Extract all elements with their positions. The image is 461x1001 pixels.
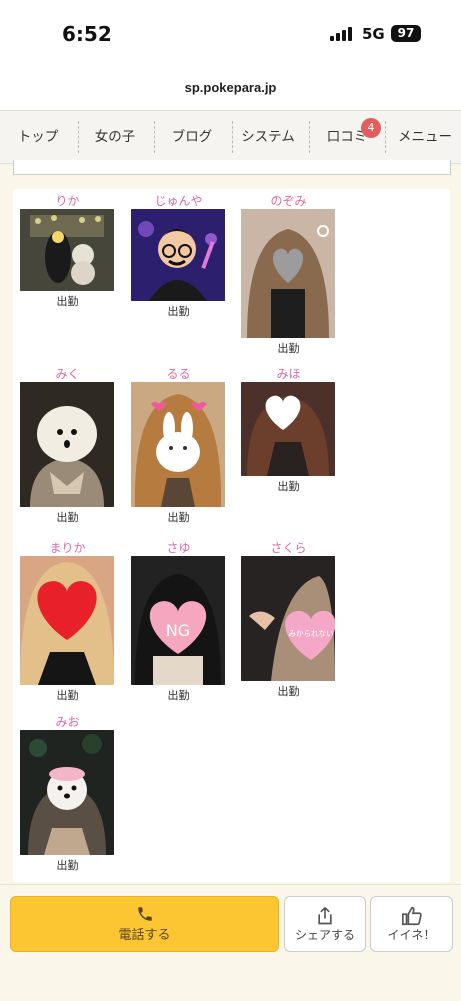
red-heart-sticker[interactable] [20,556,114,685]
girl-name[interactable]: まりか [20,540,115,556]
network-type: 5G [362,25,385,43]
rabbit-sticker[interactable] [131,382,225,507]
like-button[interactable]: イイネ！ [370,896,453,952]
girl-card[interactable]: さゆ NG 出勤 [131,540,226,703]
photo-art: NG [131,556,225,685]
avatar-photo[interactable] [20,209,114,291]
clock: 6:52 [62,22,112,46]
url-text[interactable]: sp.pokepara.jp [0,80,461,95]
girl-card[interactable]: みお 出勤 [20,714,115,873]
girl-name[interactable]: じゅんや [131,193,226,209]
share-icon [318,907,332,925]
attendance-status: 出勤 [277,480,300,493]
photo-art [20,209,114,291]
sticker-text: みかられない [289,629,334,638]
nav-divider [154,121,155,153]
review-count-badge: 4 [361,118,381,138]
girl-card[interactable]: りか 出勤 [20,193,115,309]
call-label: 電話する [118,928,171,943]
girl-card[interactable]: じゅんや 出勤 [131,193,226,319]
girl-card[interactable]: のぞみ 出勤 [241,193,336,356]
girl-card[interactable]: さくら みかられない 出勤 [241,540,336,699]
girl-name[interactable]: りか [20,193,115,209]
attendance-status: 出勤 [56,689,79,702]
attendance-status: 出勤 [56,511,79,524]
white-heart-sticker[interactable] [241,382,335,476]
attendance-status: 出勤 [167,511,190,524]
girl-card[interactable]: みく 出勤 [20,366,115,525]
nav-divider [232,121,233,153]
photo-art [20,730,114,855]
nav-divider [309,121,310,153]
girl-name[interactable]: みほ [241,366,336,382]
status-bar: 6:52 5G 97 [0,0,461,70]
girl-name[interactable]: さくら [241,540,336,556]
battery-icon: 97 [391,25,421,42]
thumbs-up-icon [401,906,422,926]
like-label: イイネ！ [387,928,436,942]
pink-heart-sticker[interactable]: みかられない [241,556,335,681]
grey-heart-sticker[interactable] [241,209,335,338]
nav-girls[interactable]: 女の子 [84,111,146,163]
photo-art [20,382,114,507]
girl-name[interactable]: みく [20,366,115,382]
attendance-status: 出勤 [56,859,79,872]
girl-card[interactable]: みほ 出勤 [241,366,336,494]
attendance-status: 出勤 [277,342,300,355]
share-label: シェアする [294,928,355,942]
attendance-status: 出勤 [167,689,190,702]
girl-card[interactable]: まりか 出勤 [20,540,115,703]
attendance-status: 出勤 [277,685,300,698]
cartoon-art [131,209,225,301]
previous-section-box [13,160,451,175]
photo-art: みかられない [241,556,335,681]
attendance-status: 出勤 [167,305,190,318]
girl-name[interactable]: みお [20,714,115,730]
nav-divider [385,121,386,153]
phone-icon [137,907,152,921]
share-button[interactable]: シェアする [284,896,366,952]
dumpling-face-sticker[interactable] [20,382,114,507]
call-button[interactable]: 電話する [10,896,279,952]
signal-icon [330,27,354,41]
girl-name[interactable]: るる [131,366,226,382]
photo-art [241,382,335,476]
ng-label: NG [166,621,190,640]
nav-divider [78,121,79,153]
girl-name[interactable]: さゆ [131,540,226,556]
photo-art [241,209,335,338]
nav-system[interactable]: システム [236,111,300,163]
ng-heart-sticker[interactable]: NG [131,556,225,685]
avatar-cartoon[interactable] [131,209,225,301]
nav-menu[interactable]: メニュー [392,111,458,163]
nav-top[interactable]: トップ [6,111,70,163]
dog-mask-sticker[interactable] [20,730,114,855]
main-nav: トップ 女の子 ブログ システム 口コミ メニュー 4 [0,110,461,164]
girl-card[interactable]: るる 出勤 [131,366,226,525]
girl-name[interactable]: のぞみ [241,193,336,209]
nav-blog[interactable]: ブログ [160,111,224,163]
photo-art [20,556,114,685]
photo-art [131,382,225,507]
attendance-status: 出勤 [56,295,79,308]
